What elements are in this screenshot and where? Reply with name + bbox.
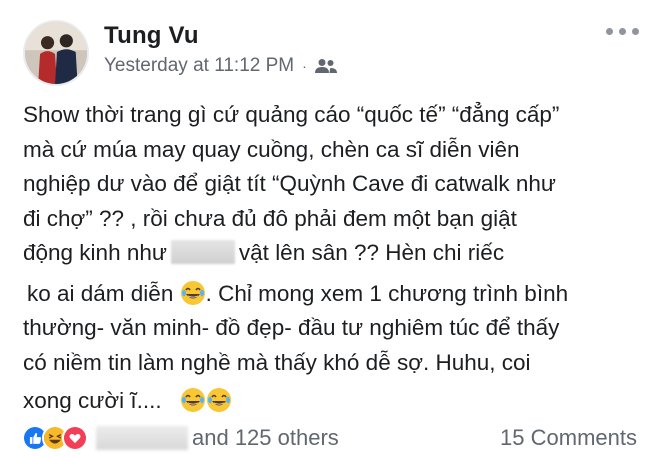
post-meta: Yesterday at 11:12 PM · [104,55,337,77]
post-line: thường- văn minh- đồ đẹp- đầu tư nghiêm … [23,315,560,340]
author-name[interactable]: Tung Vu [104,22,199,50]
redacted-name [170,240,235,264]
post-text-segment: . Chỉ mong xem 1 chương trình bình [205,280,569,306]
laughing-tears-emoji [206,387,232,413]
post-line: đi chợ” ?? , rồi chưa đủ đô phải đem một… [23,205,517,231]
post-text-segment: ko ai dám diễn [27,280,174,306]
post-timestamp[interactable]: Yesterday at 11:12 PM [104,55,294,77]
post-line: xong cười ĩ.... [23,384,653,419]
post-text-segment: vật lên sân ?? Hèn chi riếc [238,240,505,265]
love-icon [62,425,88,451]
reactions-count[interactable]: and 125 others [192,425,339,451]
laughing-tears-emoji [180,387,206,413]
post-line: Show thời trang gì cứ quảng cáo “quốc tế… [23,102,560,127]
meta-separator: · [302,58,307,74]
redacted-reactor-name [96,426,188,450]
post-body: Show thời trang gì cứ quảng cáo “quốc tế… [23,98,653,419]
facebook-post: Tung Vu Yesterday at 11:12 PM · Show thờ… [0,0,660,458]
author-avatar[interactable] [23,20,89,86]
reactions-summary[interactable] [22,425,88,451]
post-line: ko ai dám diễn . Chỉ mong xem 1 chương t… [23,277,653,312]
post-text-segment: động kinh như [23,240,167,265]
comments-count[interactable]: 15 Comments [500,425,637,451]
post-line: nghiệp dư vào để giật tít “Quỳnh Cave đi… [23,171,556,196]
post-text-segment: xong cười ĩ.... [23,388,162,413]
post-line: động kinh như vật lên sân ?? Hèn chi riếc [23,236,653,271]
more-options-icon[interactable] [606,28,639,35]
friends-icon[interactable] [314,58,337,74]
post-line: mà cứ múa may quay cuồng, chèn ca sĩ diễ… [23,136,520,162]
laughing-tears-emoji [180,280,206,306]
post-line: có niềm tin làm nghề mà thấy khó dễ sợ. … [23,349,531,375]
post-footer: and 125 others 15 Comments [22,420,640,456]
